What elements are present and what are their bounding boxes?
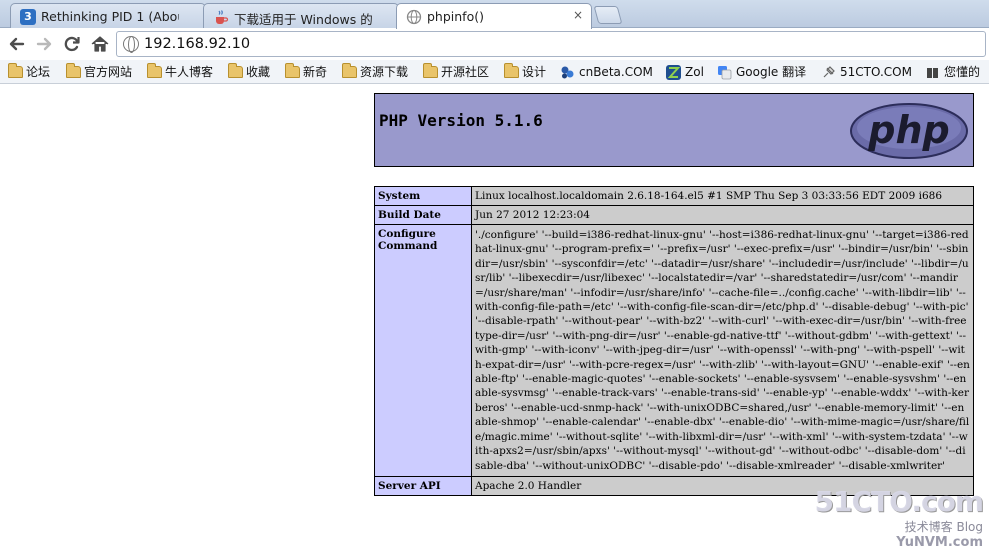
bookmark-label: 牛人博客	[165, 65, 214, 79]
svg-text:php: php	[867, 108, 949, 152]
page-title: PHP Version 5.1.6	[379, 111, 543, 130]
tab-label: 下载适用于 Windows 的 Ja	[234, 12, 372, 27]
bookmark-folder-design[interactable]: 设计	[502, 63, 546, 81]
php-version-header: PHP Version 5.1.6 php	[374, 93, 974, 167]
tab-phpinfo[interactable]: phpinfo() ×	[396, 3, 592, 29]
tab-strip: 3 Rethinking PID 1 (About 下载适用于 Windows …	[0, 0, 989, 29]
folder-icon	[423, 63, 438, 78]
google-translate-icon	[717, 65, 732, 80]
table-row: System Linux localhost.localdomain 2.6.1…	[374, 186, 974, 206]
cnbeta-icon	[560, 65, 575, 80]
navigation-bar	[0, 28, 989, 60]
row-value-configure-command: './configure' '--build=i386-redhat-linux…	[471, 224, 974, 477]
globe-icon	[406, 9, 422, 25]
bookmark-google-translate[interactable]: Google 翻译	[716, 63, 806, 81]
row-key-system: System	[374, 186, 472, 206]
home-icon	[91, 36, 109, 52]
bookmark-folder-downloads[interactable]: 资源下载	[340, 63, 408, 81]
close-icon[interactable]: ×	[573, 8, 583, 22]
address-bar[interactable]	[116, 31, 986, 57]
row-key-build-date: Build Date	[374, 205, 472, 225]
folder-icon	[8, 63, 23, 78]
table-row: Build Date Jun 27 2012 12:23:04	[374, 205, 974, 225]
bookmark-label: Google 翻译	[736, 65, 807, 79]
table-row: Configure Command './configure' '--build…	[374, 224, 974, 477]
bookmark-nindongde[interactable]: 您懂的	[924, 63, 980, 81]
bookmark-label: 官方网站	[84, 65, 133, 79]
back-button[interactable]	[6, 33, 28, 55]
folder-icon	[285, 63, 300, 78]
row-key-server-api: Server API	[374, 475, 472, 496]
php-logo-icon: php	[850, 103, 968, 159]
folder-icon	[147, 63, 162, 78]
tab-label: phpinfo()	[427, 9, 484, 24]
bookmark-folder-open-source[interactable]: 开源社区	[421, 63, 489, 81]
pin-icon	[821, 65, 836, 80]
tab-label: Rethinking PID 1 (About	[41, 9, 179, 24]
row-value-system: Linux localhost.localdomain 2.6.18-164.e…	[471, 186, 974, 206]
row-value-server-api: Apache 2.0 Handler	[471, 475, 974, 496]
new-tab-button[interactable]	[593, 6, 623, 24]
bookmark-folder-expert-blogs[interactable]: 牛人博客	[145, 63, 213, 81]
forward-arrow-icon	[36, 37, 52, 51]
folder-icon	[228, 63, 243, 78]
info-table: System Linux localhost.localdomain 2.6.1…	[374, 186, 974, 496]
url-input[interactable]	[144, 34, 964, 54]
forward-button[interactable]	[33, 33, 55, 55]
bookmark-label: 设计	[522, 65, 547, 79]
page-content: PHP Version 5.1.6 php System Linux local…	[0, 85, 989, 554]
bookmark-label: 资源下载	[360, 65, 409, 79]
folder-icon	[66, 63, 81, 78]
bookmark-cnbeta[interactable]: cnBeta.COM	[559, 63, 653, 81]
java-cup-icon	[213, 9, 229, 25]
tab-rethinking-pid1[interactable]: 3 Rethinking PID 1 (About	[10, 3, 206, 29]
row-key-configure-command: Configure Command	[374, 224, 472, 477]
folder-icon	[342, 63, 357, 78]
bookmark-label: 收藏	[246, 65, 271, 79]
reload-button[interactable]	[61, 33, 83, 55]
bookmark-label: 51CTO.COM	[840, 65, 912, 79]
bookmark-folder-official-sites[interactable]: 官方网站	[64, 63, 132, 81]
blue-3-icon: 3	[20, 9, 36, 25]
bookmark-folder-novelty[interactable]: 新奇	[283, 63, 327, 81]
globe-icon	[123, 36, 139, 53]
bookmark-zol[interactable]: Zol	[665, 63, 704, 81]
table-row: Server API Apache 2.0 Handler	[374, 475, 974, 496]
folder-icon	[504, 63, 519, 78]
bookmark-label: 新奇	[303, 65, 328, 79]
bookmark-folder-favorites[interactable]: 收藏	[226, 63, 270, 81]
bookmark-label: Zol	[685, 65, 704, 79]
bookmark-label: cnBeta.COM	[579, 65, 653, 79]
bookmark-label: 论坛	[26, 65, 51, 79]
home-button[interactable]	[89, 33, 111, 55]
bookmark-51cto[interactable]: 51CTO.COM	[820, 63, 912, 81]
book-icon	[925, 65, 940, 80]
bookmark-folder-luntan[interactable]: 论坛	[6, 63, 50, 81]
bookmark-label: 开源社区	[441, 65, 490, 79]
bookmarks-bar: 论坛 官方网站 牛人博客 收藏 新奇 资源下载 开源社区 设计 cnBeta.C…	[0, 60, 989, 84]
zol-icon	[666, 65, 681, 80]
bookmark-label: 您懂的	[944, 65, 981, 79]
row-value-build-date: Jun 27 2012 12:23:04	[471, 205, 974, 225]
reload-icon	[64, 36, 80, 52]
back-arrow-icon	[9, 37, 25, 51]
tab-java-download[interactable]: 下载适用于 Windows 的 Ja	[203, 3, 399, 29]
